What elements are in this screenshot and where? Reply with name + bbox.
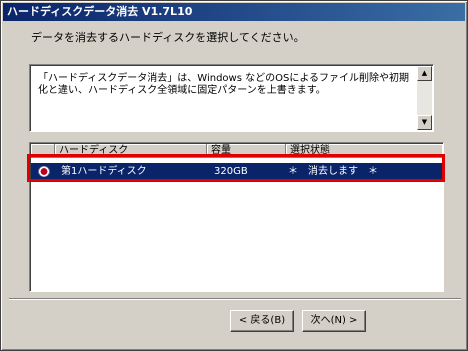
disk-name: 第1ハードディスク <box>61 166 147 177</box>
scroll-down-icon[interactable]: ▼ <box>417 115 432 130</box>
wizard-window: ハードディスクデータ消去 V1.7L10 データを消去するハードディスクを選択し… <box>0 0 468 351</box>
list-header: ハードディスク 容量 選択状態 <box>31 144 443 158</box>
header-disk[interactable]: ハードディスク <box>55 144 207 158</box>
list-item-disk-1[interactable]: 第1ハードディスク 320GB ＊ 消去します ＊ <box>31 163 442 180</box>
back-button[interactable]: < 戻る(B) <box>230 310 294 332</box>
disk-status: ＊ 消去します ＊ <box>288 166 378 177</box>
description-box: 「ハードディスクデータ消去」は、Windows などのOSによるファイル削除や初… <box>29 64 434 132</box>
header-icon-column[interactable] <box>31 144 55 158</box>
description-text: 「ハードディスクデータ消去」は、Windows などのOSによるファイル削除や初… <box>38 73 410 96</box>
scroll-up-icon[interactable]: ▲ <box>417 66 432 81</box>
disk-list[interactable]: ハードディスク 容量 選択状態 第1ハードディスク 320GB ＊ 消去します … <box>29 142 444 292</box>
disk-capacity: 320GB <box>214 166 248 177</box>
header-status[interactable]: 選択状態 <box>286 144 443 158</box>
instruction-text: データを消去するハードディスクを選択してください。 <box>31 31 305 44</box>
hard-disk-icon <box>38 166 50 177</box>
description-scrollbar[interactable]: ▲ ▼ <box>417 66 432 130</box>
window-title: ハードディスクデータ消去 V1.7L10 <box>3 3 465 21</box>
header-capacity[interactable]: 容量 <box>207 144 286 158</box>
divider <box>9 298 461 300</box>
next-button[interactable]: 次へ(N) > <box>302 310 366 332</box>
